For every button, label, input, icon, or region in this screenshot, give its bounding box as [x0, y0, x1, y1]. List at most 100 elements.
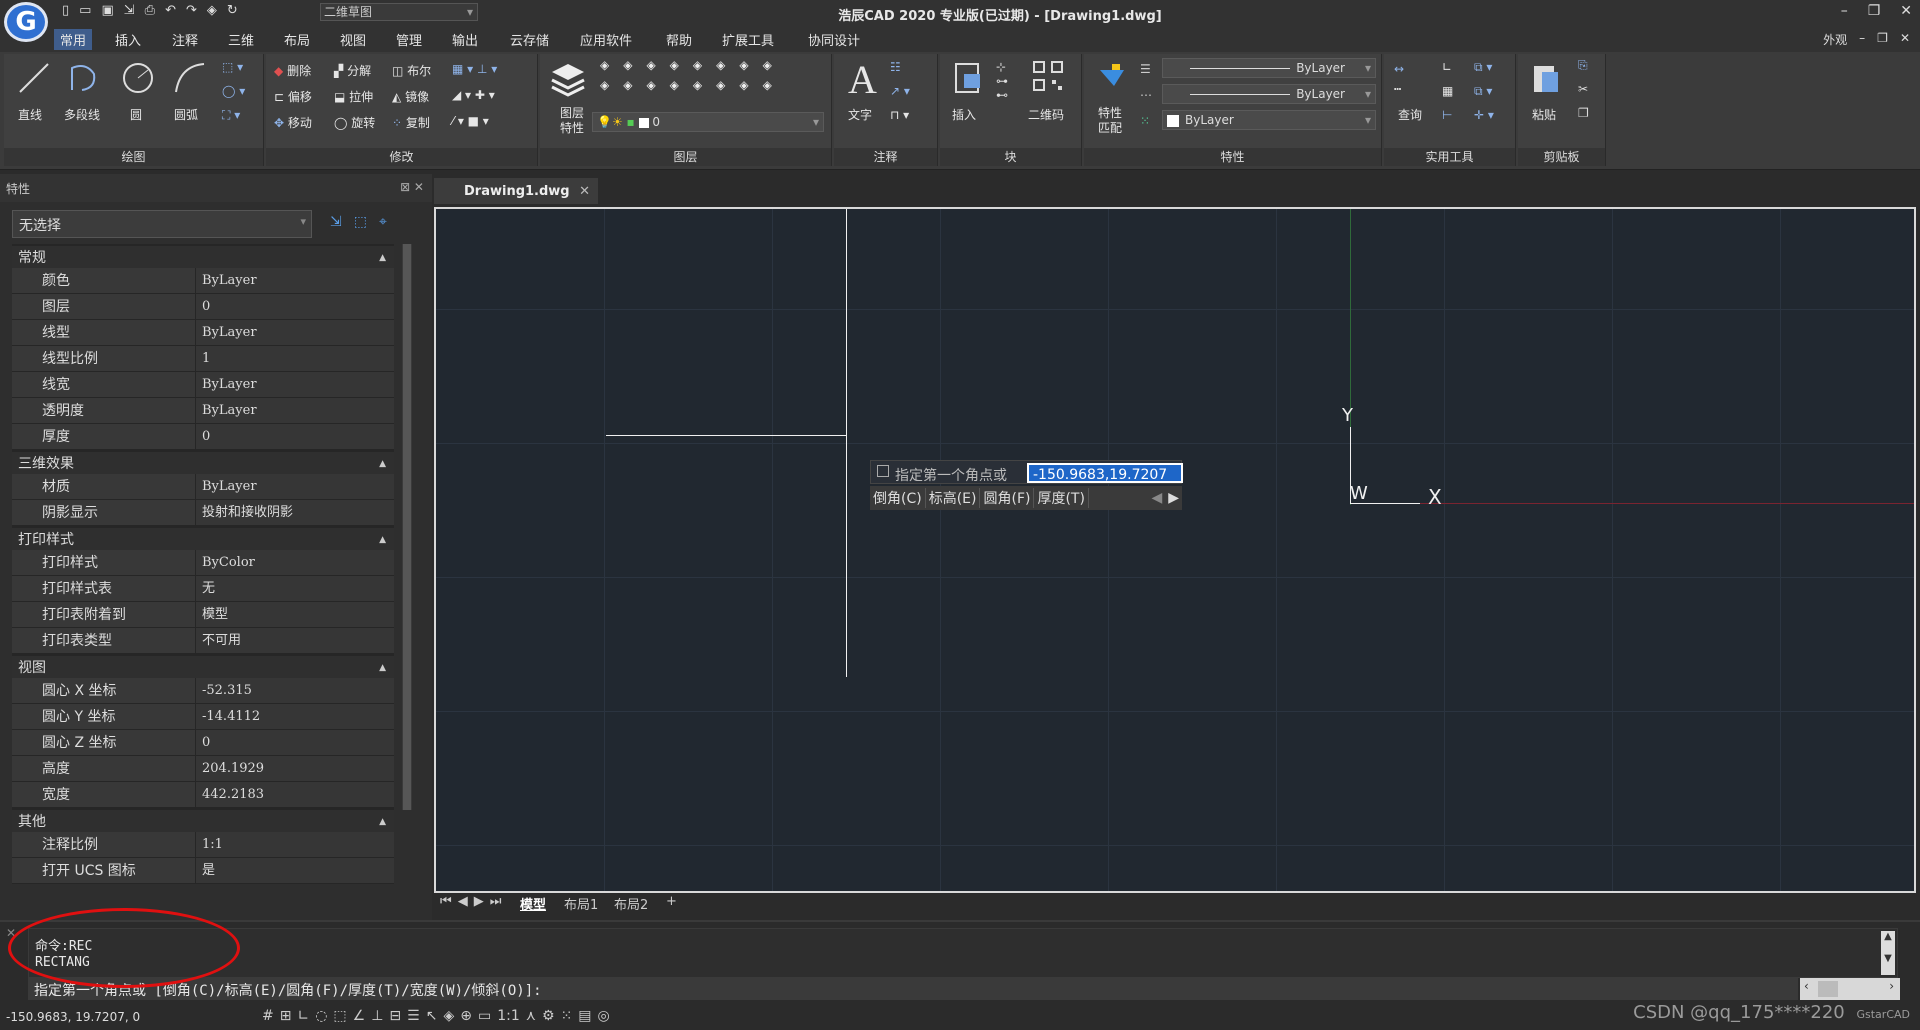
- doc-restore-button[interactable]: ❐: [1877, 31, 1888, 48]
- hatch-icon[interactable]: ⬚ ▾: [222, 60, 243, 74]
- property-row[interactable]: 线宽 ByLayer: [12, 372, 394, 398]
- property-row[interactable]: 透明度 ByLayer: [12, 398, 394, 424]
- property-value[interactable]: -52.315: [196, 678, 394, 703]
- tab-extensions[interactable]: 扩展工具: [722, 30, 774, 49]
- property-row[interactable]: 宽度 442.2183: [12, 782, 394, 808]
- property-value[interactable]: ByLayer: [196, 320, 394, 345]
- property-row[interactable]: 圆心 X 坐标 -52.315: [12, 678, 394, 704]
- block-panel-title[interactable]: 块: [940, 148, 1081, 166]
- coordinate-input[interactable]: -150.9683,19.7207: [1027, 463, 1183, 483]
- scroll-left-icon[interactable]: ‹: [1804, 979, 1809, 993]
- properties-ribbon-title[interactable]: 特性: [1084, 148, 1381, 166]
- property-value[interactable]: -14.4112: [196, 704, 394, 729]
- tab-annotate[interactable]: 注释: [172, 30, 198, 49]
- property-value[interactable]: 0: [196, 294, 394, 319]
- region-icon[interactable]: ⛶ ▾: [222, 108, 240, 123]
- property-row[interactable]: 圆心 Z 坐标 0: [12, 730, 394, 756]
- dimension-icon[interactable]: ⊓ ▾: [890, 108, 909, 122]
- qrcode-icon[interactable]: [1032, 60, 1064, 92]
- doc-tab-close-icon[interactable]: ✕: [579, 184, 590, 199]
- color-select[interactable]: ByLayer: [1162, 58, 1376, 78]
- fillet-icon[interactable]: ◢ ▾ ✚ ▾: [452, 88, 495, 102]
- appearance-menu[interactable]: 外观: [1823, 31, 1847, 48]
- palette-close-icon[interactable]: ⊠ ✕: [400, 180, 424, 194]
- doc-minimize-button[interactable]: –: [1859, 31, 1865, 48]
- tab-insert[interactable]: 插入: [115, 30, 141, 49]
- calculator-icon[interactable]: ▦: [1442, 84, 1453, 98]
- table-icon[interactable]: ☷: [890, 60, 901, 74]
- angle-icon[interactable]: ∟: [1442, 60, 1452, 74]
- paste-icon[interactable]: [1528, 60, 1564, 96]
- property-section[interactable]: 常规: [12, 244, 394, 270]
- property-row[interactable]: 打开 UCS 图标是: [12, 858, 394, 884]
- copy-clip-icon[interactable]: ⎘: [1578, 58, 1588, 73]
- explode-button[interactable]: ▞ 分解: [334, 62, 371, 79]
- layer-tools-row2[interactable]: ◈◈◈◈◈◈◈◈: [600, 78, 786, 92]
- drawing-canvas[interactable]: Y W X: [434, 207, 1916, 893]
- mirror-button[interactable]: ◭ 镜像: [392, 88, 429, 105]
- circle-icon[interactable]: [120, 60, 156, 96]
- option-thickness[interactable]: 厚度(T): [1034, 488, 1089, 508]
- isolate-icon[interactable]: ⁙: [561, 1008, 573, 1024]
- ortho-toggle-icon[interactable]: ∟: [297, 1008, 309, 1024]
- annotation-visibility-icon[interactable]: ⋏: [526, 1008, 536, 1024]
- erase-button[interactable]: ◆ 删除: [274, 62, 311, 79]
- rotate-button[interactable]: ◯ 旋转: [334, 114, 375, 131]
- add-layout-button[interactable]: +: [666, 894, 677, 909]
- pickadd-icon[interactable]: ⌖: [379, 214, 387, 230]
- property-value[interactable]: 1:1: [196, 832, 394, 857]
- linetype-select[interactable]: ByLayer: [1162, 84, 1376, 104]
- arc-button[interactable]: 圆弧: [174, 106, 198, 123]
- modify-panel-title[interactable]: 修改: [266, 148, 537, 166]
- tab-view[interactable]: 视图: [340, 30, 366, 49]
- snap-toggle-icon[interactable]: ⊞: [280, 1008, 292, 1024]
- circle-button[interactable]: 圆: [130, 106, 142, 123]
- app-logo-icon[interactable]: G: [4, 2, 48, 42]
- grid-toggle-icon[interactable]: #: [262, 1008, 274, 1024]
- annotation-scale[interactable]: 1:1: [497, 1008, 520, 1024]
- tab-apps[interactable]: 应用软件: [580, 30, 632, 49]
- match-properties-button[interactable]: 特性匹配: [1098, 106, 1128, 136]
- minimize-button[interactable]: –: [1841, 3, 1848, 19]
- zoom-icon[interactable]: ⊕: [460, 1008, 472, 1024]
- layer-properties-icon[interactable]: [548, 58, 588, 98]
- tab-help[interactable]: 帮助: [666, 30, 692, 49]
- property-section[interactable]: 视图: [12, 654, 394, 680]
- selection-select[interactable]: 无选择: [12, 210, 312, 238]
- layer-status-icon[interactable]: ◈: [443, 1008, 454, 1024]
- move-button[interactable]: ✥ 移动: [274, 114, 312, 131]
- text-icon[interactable]: A: [848, 56, 877, 103]
- property-section[interactable]: 三维效果: [12, 450, 394, 476]
- property-value[interactable]: 不可用: [196, 628, 394, 653]
- boolean-button[interactable]: ◫ 布尔: [392, 62, 431, 79]
- tab-model[interactable]: 模型: [520, 894, 546, 913]
- property-value[interactable]: 0: [196, 424, 394, 449]
- property-row[interactable]: 打印样式表无: [12, 576, 394, 602]
- measure-icon[interactable]: ↔: [1394, 62, 1404, 76]
- select-objects-icon[interactable]: ⬚: [354, 214, 367, 230]
- property-value[interactable]: ByLayer: [196, 474, 394, 499]
- property-row[interactable]: 线型 ByLayer: [12, 320, 394, 346]
- restore-button[interactable]: ❐: [1868, 3, 1881, 19]
- property-row[interactable]: 高度 204.1929: [12, 756, 394, 782]
- arc-icon[interactable]: [172, 60, 208, 96]
- close-button[interactable]: ✕: [1900, 3, 1912, 19]
- tab-manage[interactable]: 管理: [396, 30, 422, 49]
- palette-scrollbar[interactable]: [402, 244, 412, 810]
- option-chamfer[interactable]: 倒角(C): [870, 488, 926, 508]
- property-section[interactable]: 打印样式: [12, 526, 394, 552]
- property-row[interactable]: 材质 ByLayer: [12, 474, 394, 500]
- draw-panel-title[interactable]: 绘图: [4, 148, 263, 166]
- layer-properties-button[interactable]: 图层特性: [556, 106, 588, 136]
- property-row[interactable]: 阴影显示 投射和接收阴影: [12, 500, 394, 526]
- property-value[interactable]: 442.2183: [196, 782, 394, 807]
- tab-drawing1[interactable]: Drawing1.dwg ✕: [434, 178, 598, 204]
- tab-home[interactable]: 常用: [54, 29, 93, 50]
- hscroll-thumb[interactable]: [1818, 981, 1838, 997]
- dyn-toggle-icon[interactable]: ⊟: [389, 1008, 401, 1024]
- property-row[interactable]: 圆心 Y 坐标 -14.4112: [12, 704, 394, 730]
- offset-button[interactable]: ⊏ 偏移: [274, 88, 312, 105]
- property-row[interactable]: 打印表附着到 模型: [12, 602, 394, 628]
- property-row[interactable]: 厚度 0: [12, 424, 394, 450]
- doc-close-button[interactable]: ✕: [1900, 31, 1910, 48]
